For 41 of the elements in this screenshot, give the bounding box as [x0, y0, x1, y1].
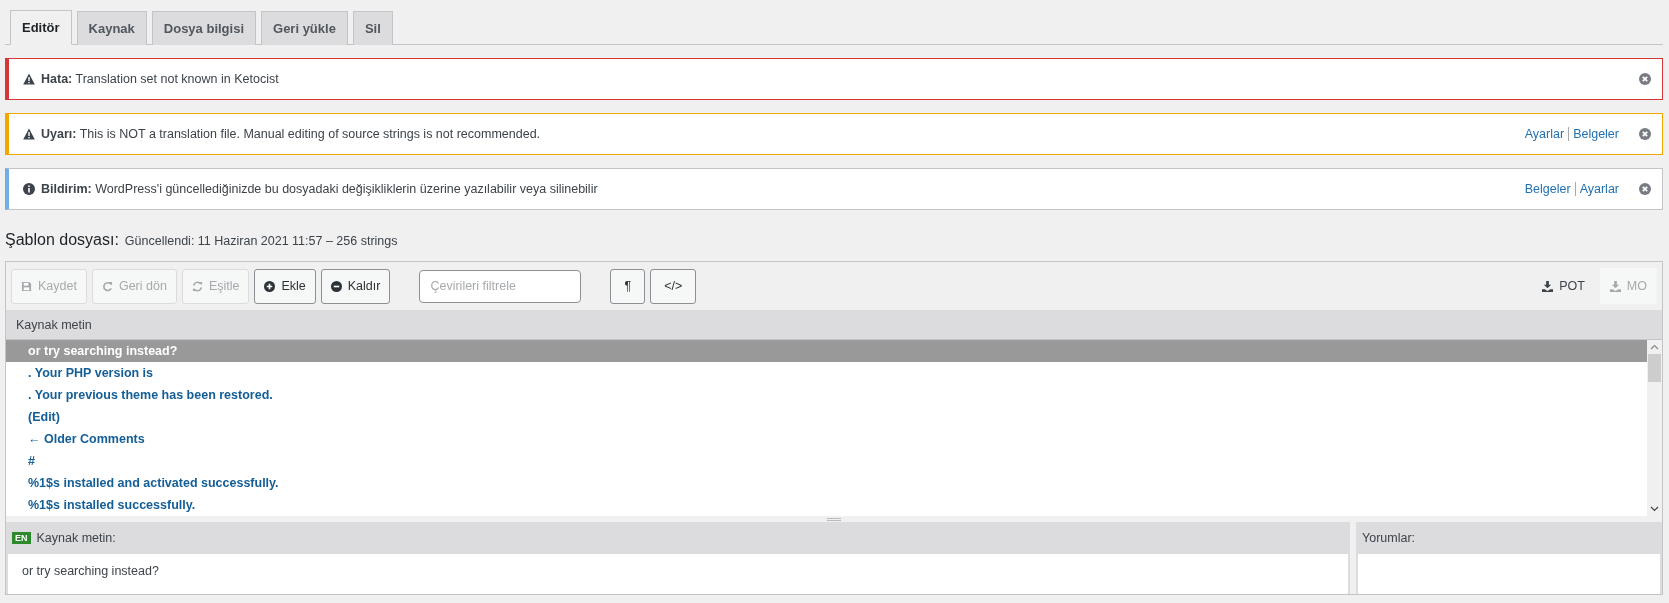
notice-link[interactable]: Belgeler	[1524, 182, 1571, 196]
toolbar-button[interactable]: Kaldır	[320, 268, 391, 304]
section-title: Şablon dosyası:	[5, 231, 119, 249]
download-icon	[1542, 280, 1554, 292]
file-meta: Güncellendi: 11 Haziran 2021 11:57 – 256 strings	[124, 234, 398, 248]
notice-link[interactable]: Ayarlar	[1524, 127, 1565, 141]
minus-icon	[330, 280, 342, 292]
scrollbar[interactable]	[1647, 340, 1662, 516]
close-icon[interactable]	[1639, 183, 1651, 195]
toggle-button[interactable]: ¶	[610, 268, 646, 304]
language-badge: EN	[12, 532, 31, 544]
resize-handle[interactable]	[827, 517, 841, 521]
warning-icon	[23, 73, 35, 85]
download-icon	[1609, 280, 1621, 292]
filter-field[interactable]: Çevirileri filtrele	[419, 269, 582, 303]
column-header: Kaynak metin	[6, 310, 1662, 340]
plus-icon	[264, 280, 276, 292]
toggle-button[interactable]: </>	[650, 268, 697, 304]
close-icon[interactable]	[1639, 128, 1651, 140]
notice-link[interactable]: Belgeler	[1573, 127, 1619, 141]
panel-title: Kaynak metin:	[36, 531, 116, 545]
undo-icon	[101, 280, 113, 292]
warning-icon	[23, 128, 35, 140]
toolbar-button[interactable]: Ekle	[254, 268, 316, 304]
tab[interactable]: Editör	[10, 10, 72, 45]
info-icon	[23, 183, 35, 195]
source-text: or try searching instead?	[8, 554, 1348, 594]
tab[interactable]: Geri yükle	[261, 11, 348, 45]
download-button[interactable]: POT	[1532, 268, 1595, 304]
tab[interactable]: Sil	[352, 11, 393, 45]
tab[interactable]: Dosya bilgisi	[151, 11, 256, 45]
notice-text: Bildirim: WordPress'i güncellediğinizde bu dosyadaki değişikliklerin üzerine yazılabilir veya silinebilir	[41, 182, 599, 196]
notice-text: Uyarı: This is NOT a translation file. Manual editing of source strings is not recommended.	[41, 127, 542, 141]
panel-title: Yorumlar:	[1362, 531, 1416, 545]
scrollbar-thumb[interactable]	[1648, 354, 1661, 382]
notice-link[interactable]: Ayarlar	[1579, 182, 1619, 196]
notice-text: Hata: Translation set not known in Ketocist	[41, 72, 280, 86]
tab[interactable]: Kaynak	[76, 11, 147, 45]
close-icon[interactable]	[1639, 73, 1651, 85]
refresh-icon	[191, 280, 203, 292]
comments-field[interactable]	[1358, 554, 1660, 594]
